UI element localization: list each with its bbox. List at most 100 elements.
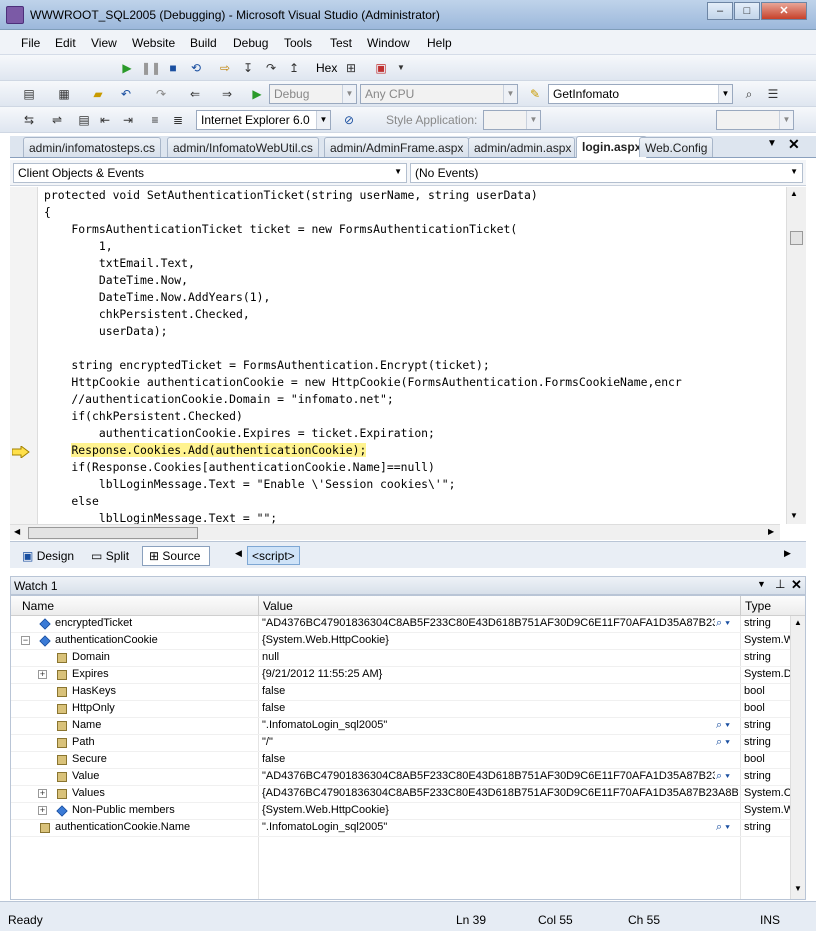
tag-nav-left-icon[interactable]: ◀ xyxy=(235,548,242,559)
split-view-button[interactable]: ▭ Split xyxy=(84,546,136,566)
tag-navigator-script[interactable]: <script> xyxy=(247,546,300,565)
breakpoints-icon[interactable]: ▣ xyxy=(372,59,390,77)
text-visualizer-icon[interactable]: ⌕ ▾ xyxy=(716,736,730,749)
window-position-icon[interactable]: ▼ xyxy=(757,579,766,589)
close-watch-icon[interactable]: ✕ xyxy=(791,577,802,593)
continue-icon[interactable]: ▶ xyxy=(118,59,136,77)
source-view-button[interactable]: ⊞ Source xyxy=(142,546,210,566)
text-visualizer-icon[interactable]: ⌕ ▾ xyxy=(716,719,730,732)
dropdown-chevron-icon[interactable]: ▼ xyxy=(392,59,410,77)
watch-row[interactable]: Value "AD4376BC47901836304C8AB5F233C80E43… xyxy=(11,769,791,786)
watch-item-value[interactable]: ".InfomatoLogin_sql2005" xyxy=(262,821,715,833)
show-next-statement-icon[interactable]: ⇨ xyxy=(216,59,234,77)
watch-item-value[interactable]: {AD4376BC47901836304C8AB5F233C80E43D618B… xyxy=(262,787,738,799)
watch-row[interactable]: Domain null string xyxy=(11,650,791,667)
solution-configuration-select[interactable]: Debug ▼ xyxy=(269,84,357,104)
tab-webconfig[interactable]: Web.Config xyxy=(639,137,714,157)
properties-icon[interactable]: ☰ xyxy=(764,85,782,103)
watch-row[interactable]: HttpOnly false bool xyxy=(11,701,791,718)
target-browser-select[interactable]: Internet Explorer 6.0 ▼ xyxy=(196,110,331,130)
comment-icon[interactable]: ≡ xyxy=(146,111,164,129)
navigate-forward-icon[interactable]: ⇒ xyxy=(218,85,236,103)
auto-hide-pin-icon[interactable]: ⊥ xyxy=(775,577,785,591)
maximize-button[interactable]: □ xyxy=(734,2,760,20)
watch-item-value[interactable]: "AD4376BC47901836304C8AB5F233C80E43D618B… xyxy=(262,770,715,782)
text-visualizer-icon[interactable]: ⌕ ▾ xyxy=(716,770,730,783)
menu-view[interactable]: View xyxy=(91,36,117,50)
watch-row[interactable]: Path "/" ⌕ ▾ string xyxy=(11,735,791,752)
restart-icon[interactable]: ⟲ xyxy=(187,59,205,77)
tab-infomatowebutil[interactable]: admin/InfomatoWebUtil.cs xyxy=(167,137,319,157)
watch-item-value[interactable]: {System.Web.HttpCookie} xyxy=(262,804,738,816)
watch-row[interactable]: + Non-Public members {System.Web.HttpCooki… xyxy=(11,803,791,820)
expand-icon[interactable]: + xyxy=(38,789,47,798)
menu-edit[interactable]: Edit xyxy=(55,36,76,50)
format-icon[interactable]: ▤ xyxy=(75,111,93,129)
column-type-header[interactable]: Type xyxy=(745,599,771,613)
stop-icon[interactable]: ■ xyxy=(164,59,182,77)
watch-item-value[interactable]: false xyxy=(262,685,738,697)
new-project-icon[interactable]: ▤ xyxy=(20,85,38,103)
parameter-info-icon[interactable]: ⇌ xyxy=(48,111,66,129)
scroll-left-icon[interactable]: ◀ xyxy=(14,527,20,536)
close-button[interactable]: ✕ xyxy=(761,2,807,20)
uncomment-icon[interactable]: ≣ xyxy=(169,111,187,129)
decrease-indent-icon[interactable]: ⇤ xyxy=(96,111,114,129)
step-out-icon[interactable]: ↥ xyxy=(285,59,303,77)
code-editor[interactable]: protected void SetAuthenticationTicket(s… xyxy=(10,187,806,524)
objects-select[interactable]: Client Objects & Events ▼ xyxy=(13,163,407,183)
scroll-up-icon[interactable]: ▲ xyxy=(790,189,798,198)
watch-item-value[interactable]: {9/21/2012 11:55:25 AM} xyxy=(262,668,738,680)
hex-toggle-button[interactable]: Hex xyxy=(316,61,337,75)
navigate-back-icon[interactable]: ⇐ xyxy=(186,85,204,103)
column-value-header[interactable]: Value xyxy=(263,599,293,613)
watch-row[interactable]: Name ".InfomatoLogin_sql2005" ⌕ ▾ string xyxy=(11,718,791,735)
watch-row[interactable]: − authenticationCookie {System.Web.HttpCoo… xyxy=(11,633,791,650)
tag-nav-right-icon[interactable]: ▶ xyxy=(784,548,791,559)
expand-icon[interactable]: + xyxy=(38,670,47,679)
menu-test[interactable]: Test xyxy=(330,36,352,50)
target-rule-select[interactable]: ▼ xyxy=(716,110,794,130)
redo-icon[interactable]: ↷ xyxy=(152,85,170,103)
scroll-down-icon[interactable]: ▼ xyxy=(790,511,798,520)
watch-item-value[interactable]: "/" xyxy=(262,736,715,748)
tab-infomatosteps[interactable]: admin/infomatosteps.cs xyxy=(23,137,162,157)
collapse-icon[interactable]: − xyxy=(21,636,30,645)
scroll-up-icon[interactable]: ▲ xyxy=(794,618,802,627)
watch-item-value[interactable]: false xyxy=(262,753,738,765)
watch-row[interactable]: + Values {AD4376BC47901836304C8AB5F233C80E… xyxy=(11,786,791,803)
find-combo[interactable]: GetInfomato ▼ xyxy=(548,84,733,104)
quick-info-icon[interactable]: ⇆ xyxy=(20,111,38,129)
menu-file[interactable]: File xyxy=(21,36,40,50)
hscroll-thumb[interactable] xyxy=(28,527,198,539)
tab-admin[interactable]: admin/admin.aspx xyxy=(468,137,575,157)
tab-adminframe[interactable]: admin/AdminFrame.aspx xyxy=(324,137,470,157)
events-select[interactable]: (No Events) ▼ xyxy=(410,163,803,183)
column-name-header[interactable]: Name xyxy=(22,599,54,613)
expand-icon[interactable]: + xyxy=(38,806,47,815)
find-icon[interactable]: ⌕ xyxy=(740,85,758,103)
horizontal-scrollbar[interactable]: ◀ ▶ xyxy=(10,524,780,540)
breakpoint-window-icon[interactable]: ⊞ xyxy=(342,59,360,77)
check-accessibility-icon[interactable]: ⊘ xyxy=(340,111,358,129)
scroll-thumb[interactable] xyxy=(790,231,803,245)
watch-item-value[interactable]: ".InfomatoLogin_sql2005" xyxy=(262,719,715,731)
watch-row[interactable]: HasKeys false bool xyxy=(11,684,791,701)
menu-build[interactable]: Build xyxy=(190,36,217,50)
watch-row[interactable]: Secure false bool xyxy=(11,752,791,769)
text-visualizer-icon[interactable]: ⌕ ▾ xyxy=(716,821,730,834)
increase-indent-icon[interactable]: ⇥ xyxy=(119,111,137,129)
watch-row[interactable]: encryptedTicket "AD4376BC47901836304C8AB5… xyxy=(11,616,791,633)
watch-vertical-scrollbar[interactable]: ▲ ▼ xyxy=(790,616,805,899)
menu-tools[interactable]: Tools xyxy=(284,36,312,50)
step-over-icon[interactable]: ↷ xyxy=(262,59,280,77)
menu-debug[interactable]: Debug xyxy=(233,36,268,50)
step-into-icon[interactable]: ↧ xyxy=(239,59,257,77)
watch-row[interactable]: authenticationCookie.Name ".InfomatoLogin… xyxy=(11,820,791,837)
tab-overflow-icon[interactable]: ▼ xyxy=(767,138,777,149)
find-in-files-icon[interactable]: ✎ xyxy=(526,85,544,103)
undo-icon[interactable]: ↶ xyxy=(117,85,135,103)
watch-item-value[interactable]: null xyxy=(262,651,738,663)
watch-item-value[interactable]: false xyxy=(262,702,738,714)
menu-help[interactable]: Help xyxy=(427,36,452,50)
